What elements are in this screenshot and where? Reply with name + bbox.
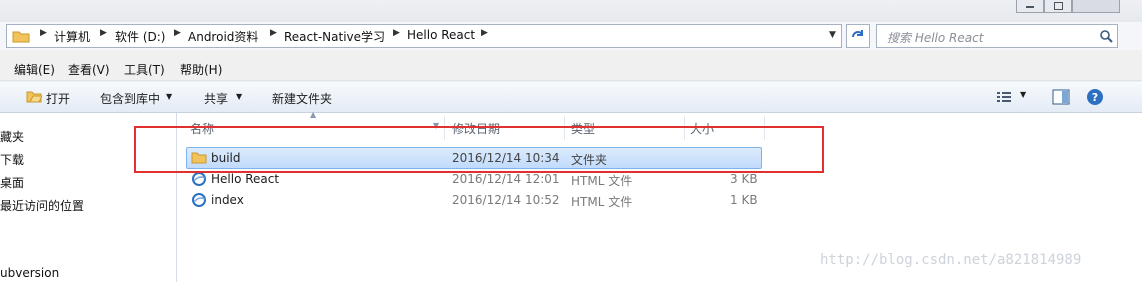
file-date: 2016/12/14 12:01 [452,172,560,186]
dropdown-arrow-icon: ▼ [236,92,243,101]
menu-view[interactable]: 查看(V) [68,61,110,78]
breadcrumb-android[interactable]: Android资料 [188,28,258,45]
menu-bar [0,58,1142,81]
breadcrumb-drive[interactable]: 软件 (D:) [115,28,165,45]
breadcrumb-computer[interactable]: 计算机 [54,28,90,45]
file-name[interactable]: Hello React [211,172,279,186]
restore-icon [1054,2,1063,10]
nav-item-downloads[interactable]: 下载 [0,151,24,168]
nav-item-recent[interactable]: 最近访问的位置 [0,197,84,214]
file-size: 3 KB [730,172,758,186]
refresh-button[interactable] [846,24,870,48]
include-library-label: 包含到库中 [100,92,161,106]
close-button[interactable] [1072,0,1120,13]
file-name[interactable]: index [211,193,244,207]
svg-text:?: ? [1092,91,1098,104]
file-type: HTML 文件 [571,195,633,209]
nav-item-subversion[interactable]: ubversion [0,266,59,280]
watermark: http://blog.csdn.net/a821814989 [820,252,1082,268]
dropdown-arrow-icon[interactable]: ▼ [829,30,836,40]
search-placeholder: 搜索 Hello React [887,31,984,45]
search-input[interactable]: 搜索 Hello React [876,24,1118,48]
share-button[interactable]: 共享 ▼ [204,86,254,108]
menu-edit[interactable]: 编辑(E) [14,61,55,78]
html-file-icon [192,193,206,207]
open-button[interactable]: 打开 [24,86,76,108]
open-label: 打开 [46,92,71,106]
file-size: 1 KB [730,193,758,207]
dropdown-arrow-icon: ▼ [166,92,173,101]
chevron-right-icon[interactable]: ▶ [481,28,488,38]
file-date: 2016/12/14 10:52 [452,193,560,207]
breadcrumb-hello-react[interactable]: Hello React [407,28,475,42]
help-icon[interactable]: ? [1086,88,1104,106]
chevron-right-icon[interactable]: ▶ [270,28,277,38]
html-file-icon [192,172,206,186]
open-icon [26,91,42,103]
maximize-button[interactable] [1044,0,1072,13]
title-strip [0,0,1142,22]
nav-item-desktop[interactable]: 桌面 [0,174,24,191]
chevron-right-icon[interactable]: ▶ [40,28,47,38]
chevron-right-icon[interactable]: ▶ [393,28,400,38]
chevron-right-icon[interactable]: ▶ [174,28,181,38]
view-options-button[interactable]: ▼ [996,88,1032,106]
folder-icon [12,31,30,43]
nav-item-favorites[interactable]: 藏夹 [0,128,24,145]
breadcrumb-react-native[interactable]: React-Native学习 [284,28,385,45]
preview-pane-icon[interactable] [1052,89,1070,105]
view-options-icon [997,92,1011,102]
minimize-icon [1026,6,1034,8]
file-type: HTML 文件 [571,174,633,188]
menu-tools[interactable]: 工具(T) [124,61,165,78]
sort-up-icon: ▲ [310,110,317,119]
menu-help[interactable]: 帮助(H) [180,61,222,78]
share-label: 共享 [204,92,229,106]
minimize-button[interactable] [1016,0,1044,13]
search-icon[interactable] [1099,29,1113,43]
highlight-annotation-box [134,126,824,173]
dropdown-arrow-icon: ▼ [1020,90,1027,99]
chevron-right-icon[interactable]: ▶ [100,28,107,38]
include-library-button[interactable]: 包含到库中 ▼ [100,86,180,108]
new-folder-button[interactable]: 新建文件夹 [272,90,332,107]
refresh-icon [852,30,863,38]
